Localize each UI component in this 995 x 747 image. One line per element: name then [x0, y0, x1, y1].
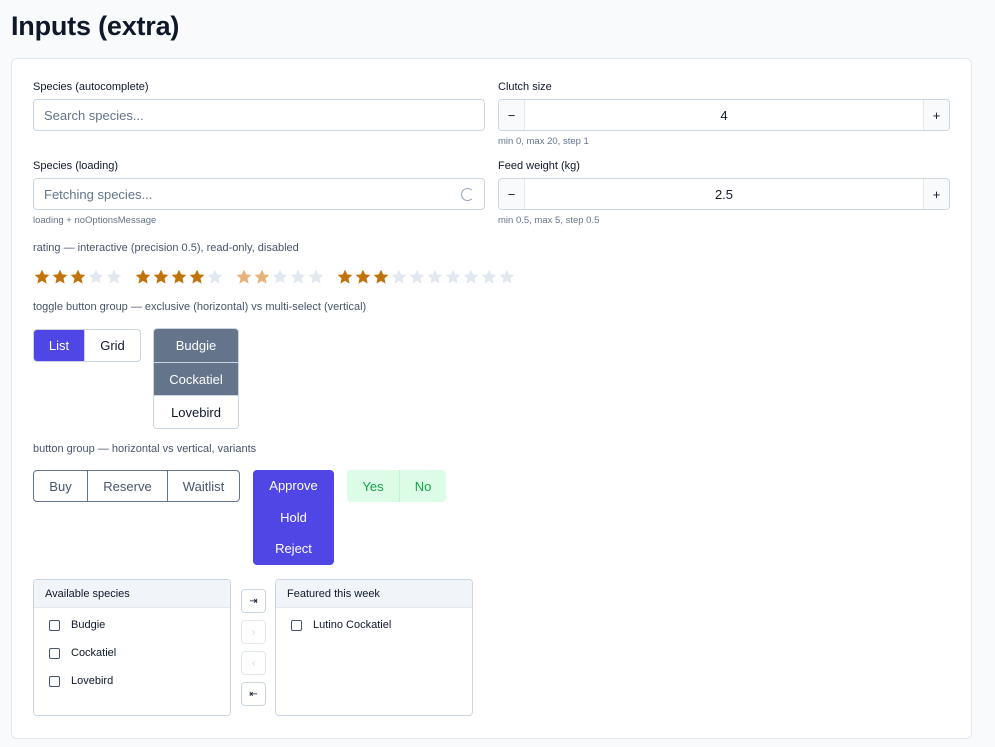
inputs-card: Species (autocomplete) Search species...… [11, 58, 972, 739]
available-species-list: Available species Budgie Cockatiel Loveb… [33, 579, 231, 716]
star-filled-icon [171, 269, 187, 284]
star-filled-icon[interactable] [69, 268, 87, 286]
list-item-label: Lutino Cockatiel [313, 619, 392, 631]
clutch-hint: min 0, max 20, step 1 [498, 136, 589, 147]
star-filled-icon [189, 269, 205, 284]
toggle-grid-button[interactable]: Grid [84, 330, 140, 361]
waitlist-button[interactable]: Waitlist [167, 471, 239, 501]
star-filled-icon[interactable] [51, 268, 69, 286]
star-empty-icon [207, 269, 223, 284]
clutch-value-input[interactable]: 4 [525, 100, 923, 130]
soft-button-group: Yes No [347, 470, 446, 502]
species-loading-input[interactable]: Fetching species... [33, 178, 485, 210]
yes-button[interactable]: Yes [347, 470, 399, 502]
list-item-label: Budgie [71, 619, 106, 631]
lutino-cockatiel-checkbox[interactable] [291, 619, 302, 631]
list-item[interactable]: Budgie [49, 619, 105, 631]
no-button[interactable]: No [399, 470, 446, 502]
feed-decrement-button[interactable]: − [499, 179, 525, 209]
loading-spinner-icon [461, 188, 474, 201]
reserve-button[interactable]: Reserve [87, 471, 167, 501]
budgie-checkbox[interactable] [49, 619, 60, 631]
rating-disabled [235, 268, 325, 286]
loading-placeholder: Fetching species... [44, 186, 153, 202]
view-toggle-group: List Grid [33, 329, 141, 362]
star-filled-icon[interactable] [372, 268, 390, 286]
toggle-lovebird-button[interactable]: Lovebird [154, 395, 238, 428]
approve-button[interactable]: Approve [253, 470, 334, 502]
rating-read-only [134, 268, 224, 286]
lovebird-checkbox[interactable] [49, 675, 60, 687]
species-multiselect-toggle: Budgie Cockatiel Lovebird [153, 328, 239, 429]
available-list-title: Available species [34, 580, 230, 608]
reject-button[interactable]: Reject [253, 533, 334, 565]
star-empty-icon [308, 269, 324, 284]
star-empty-icon[interactable] [498, 268, 516, 286]
star-filled-icon[interactable] [354, 268, 372, 286]
star-empty-icon[interactable] [87, 268, 105, 286]
move-selected-right-button[interactable]: › [241, 620, 266, 644]
star-filled-icon [236, 269, 252, 284]
list-item[interactable]: Cockatiel [49, 647, 116, 659]
star-empty-icon [290, 269, 306, 284]
star-empty-icon[interactable] [390, 268, 408, 286]
star-filled-icon[interactable] [336, 268, 354, 286]
star-empty-icon[interactable] [426, 268, 444, 286]
star-empty-icon[interactable] [408, 268, 426, 286]
feed-hint: min 0.5, max 5, step 0.5 [498, 215, 600, 226]
hold-button[interactable]: Hold [253, 502, 334, 534]
star-empty-icon [272, 269, 288, 284]
clutch-decrement-button[interactable]: − [499, 100, 525, 130]
clutch-increment-button[interactable]: + [923, 100, 949, 130]
star-empty-icon[interactable] [105, 268, 123, 286]
feed-increment-button[interactable]: + [923, 179, 949, 209]
vertical-button-group: Approve Hold Reject [253, 470, 334, 565]
star-filled-icon [153, 269, 169, 284]
feed-weight-stepper: − 2.5 + [498, 178, 950, 210]
species-autocomplete-input[interactable]: Search species... [33, 99, 485, 131]
buy-button[interactable]: Buy [34, 471, 87, 501]
star-filled-icon [135, 269, 151, 284]
star-filled-icon[interactable] [33, 268, 51, 286]
rating-interactive[interactable] [33, 268, 123, 286]
featured-list-title: Featured this week [276, 580, 472, 608]
clutch-label: Clutch size [498, 81, 552, 93]
loading-label: Species (loading) [33, 160, 118, 172]
star-empty-icon[interactable] [480, 268, 498, 286]
move-selected-left-button[interactable]: ‹ [241, 651, 266, 675]
outline-button-group: Buy Reserve Waitlist [33, 470, 240, 502]
list-item-label: Cockatiel [71, 647, 117, 659]
button-group-section-label: button group — horizontal vs vertical, v… [33, 443, 257, 455]
rating-ten-star[interactable] [336, 268, 516, 286]
toggle-list-button[interactable]: List [34, 330, 84, 361]
featured-species-list: Featured this week Lutino Cockatiel [275, 579, 473, 716]
toggle-cockatiel-button[interactable]: Cockatiel [154, 362, 238, 395]
autocomplete-placeholder: Search species... [44, 107, 144, 123]
cockatiel-checkbox[interactable] [49, 647, 60, 659]
autocomplete-label: Species (autocomplete) [33, 81, 149, 93]
clutch-size-stepper: − 4 + [498, 99, 950, 131]
page-title: Inputs (extra) [11, 11, 180, 41]
feed-label: Feed weight (kg) [498, 160, 580, 172]
loading-hint: loading + noOptionsMessage [33, 215, 157, 226]
list-item-label: Lovebird [71, 675, 114, 687]
star-empty-icon[interactable] [444, 268, 462, 286]
toggle-budgie-button[interactable]: Budgie [154, 329, 238, 362]
list-item[interactable]: Lutino Cockatiel [291, 619, 391, 631]
rating-section-label: rating — interactive (precision 0.5), re… [33, 242, 299, 254]
move-all-right-button[interactable]: ⇥ [241, 589, 266, 613]
move-all-left-button[interactable]: ⇤ [241, 682, 266, 706]
toggle-section-label: toggle button group — exclusive (horizon… [33, 301, 367, 313]
list-item[interactable]: Lovebird [49, 675, 113, 687]
feed-value-input[interactable]: 2.5 [525, 179, 923, 209]
star-empty-icon[interactable] [462, 268, 480, 286]
star-filled-icon [254, 269, 270, 284]
